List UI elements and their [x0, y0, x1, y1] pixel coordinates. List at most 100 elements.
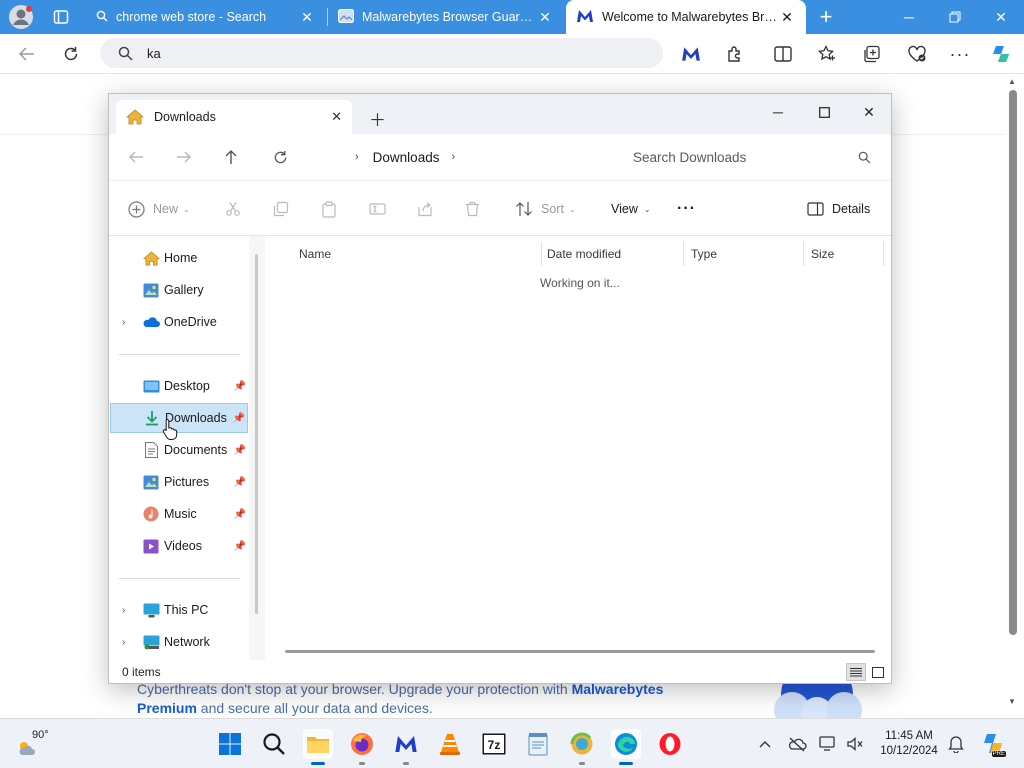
split-screen-button[interactable]	[768, 40, 798, 68]
malwarebytes-extension-button[interactable]	[676, 40, 706, 68]
forward-button[interactable]	[169, 144, 197, 170]
nav-item-this-pc[interactable]: › This PC	[110, 595, 248, 625]
horizontal-scrollbar[interactable]	[285, 650, 875, 653]
column-separator[interactable]	[683, 242, 684, 266]
tiles-view-button[interactable]	[868, 663, 888, 681]
refresh-button[interactable]	[266, 144, 294, 170]
refresh-button[interactable]	[56, 40, 86, 68]
extensions-button[interactable]	[720, 40, 750, 68]
taskbar-opera[interactable]	[655, 729, 685, 759]
column-header-date-modified[interactable]: Date modified	[541, 242, 683, 266]
taskbar-vlc[interactable]	[435, 729, 465, 759]
minimize-button[interactable]: ─	[886, 0, 932, 34]
rename-button[interactable]	[369, 197, 386, 221]
network-tray-icon[interactable]	[818, 733, 840, 755]
taskbar-malwarebytes[interactable]	[391, 729, 421, 765]
pin-icon[interactable]: 📌	[234, 509, 246, 520]
chevron-right-icon[interactable]: ›	[355, 151, 359, 163]
settings-more-button[interactable]: ···	[945, 40, 975, 68]
tab-actions-button[interactable]	[46, 3, 76, 31]
close-icon[interactable]: ✕	[331, 109, 342, 125]
close-button[interactable]: ✕	[978, 0, 1024, 34]
explorer-tab-downloads[interactable]: Downloads ✕	[116, 100, 352, 134]
sort-button[interactable]: Sort ⌄	[515, 197, 576, 221]
address-input[interactable]: ka	[147, 46, 161, 61]
pin-icon[interactable]: 📌	[234, 541, 246, 552]
file-list-pane[interactable]: Name Date modified Type Size Working on …	[265, 236, 891, 660]
explorer-minimize-button[interactable]: ─	[755, 98, 801, 126]
chevron-right-icon[interactable]: ›	[122, 637, 125, 648]
up-button[interactable]	[217, 144, 245, 170]
weather-widget[interactable]: 90°	[14, 728, 54, 762]
column-separator[interactable]	[883, 242, 884, 266]
collections-button[interactable]	[857, 40, 887, 68]
more-options-button[interactable]: ···	[677, 197, 696, 221]
show-hidden-icons-button[interactable]	[754, 733, 776, 755]
details-view-button[interactable]	[846, 663, 866, 681]
taskbar-search-button[interactable]	[259, 729, 289, 759]
page-scrollbar[interactable]: ▲ ▼	[1006, 75, 1020, 718]
view-button[interactable]: View ⌄	[611, 197, 651, 221]
nav-item-onedrive[interactable]: › OneDrive	[110, 307, 248, 337]
nav-item-desktop[interactable]: Desktop 📌	[110, 371, 248, 401]
details-pane-button[interactable]: Details	[807, 197, 870, 221]
search-input[interactable]: Search Downloads	[617, 141, 879, 173]
scroll-thumb[interactable]	[1009, 90, 1017, 635]
volume-tray-icon[interactable]	[844, 733, 866, 755]
explorer-new-tab-button[interactable]: ＋	[369, 106, 386, 131]
new-button[interactable]: New ⌄	[128, 197, 190, 221]
browser-tab-search[interactable]: chrome web store - Search ✕	[86, 0, 326, 34]
chevron-right-icon[interactable]: ›	[122, 317, 125, 328]
notifications-button[interactable]	[945, 733, 967, 755]
browser-essentials-button[interactable]	[902, 40, 932, 68]
chevron-right-icon[interactable]: ›	[451, 151, 455, 163]
close-icon[interactable]: ✕	[778, 9, 796, 26]
delete-button[interactable]	[465, 197, 480, 221]
browser-tab-guard[interactable]: Malwarebytes Browser Guard - C ✕	[328, 0, 564, 34]
column-header-name[interactable]: Name	[293, 242, 537, 266]
onedrive-tray-icon[interactable]	[786, 733, 808, 755]
restore-button[interactable]	[932, 0, 978, 34]
share-button[interactable]	[417, 197, 433, 221]
scroll-up-icon[interactable]: ▲	[1008, 77, 1016, 86]
breadcrumb[interactable]: › Downloads ›	[309, 141, 605, 173]
taskbar-file-explorer[interactable]	[303, 729, 333, 765]
nav-item-videos[interactable]: Videos 📌	[110, 531, 248, 561]
nav-item-home[interactable]: Home	[110, 243, 248, 273]
close-icon[interactable]: ✕	[536, 9, 554, 26]
taskbar-firefox[interactable]	[347, 729, 377, 765]
pin-icon[interactable]: 📌	[233, 413, 245, 424]
browser-tab-welcome[interactable]: Welcome to Malwarebytes Brows ✕	[566, 0, 806, 34]
pin-icon[interactable]: 📌	[234, 381, 246, 392]
promo-brand-link-2[interactable]: Premium	[137, 700, 197, 716]
breadcrumb-item-downloads[interactable]: Downloads	[373, 150, 440, 165]
nav-item-pictures[interactable]: Pictures 📌	[110, 467, 248, 497]
nav-item-gallery[interactable]: Gallery	[110, 275, 248, 305]
copilot-tray-button[interactable]: PRE	[980, 731, 1006, 757]
favorites-button[interactable]	[812, 40, 842, 68]
new-tab-button[interactable]: +	[803, 0, 849, 34]
system-clock[interactable]: 11:45 AM 10/12/2024	[876, 729, 942, 759]
close-icon[interactable]: ✕	[298, 9, 316, 26]
column-header-size[interactable]: Size	[805, 242, 883, 266]
back-button[interactable]	[122, 144, 150, 170]
pin-icon[interactable]: 📌	[234, 445, 246, 456]
nav-item-music[interactable]: Music 📌	[110, 499, 248, 529]
explorer-close-button[interactable]: ✕	[846, 98, 892, 126]
taskbar-notepad[interactable]	[523, 729, 553, 759]
scroll-down-icon[interactable]: ▼	[1008, 697, 1016, 706]
paste-button[interactable]	[321, 197, 337, 221]
pin-icon[interactable]: 📌	[234, 477, 246, 488]
copy-button[interactable]	[273, 197, 289, 221]
profile-avatar[interactable]	[6, 3, 36, 31]
nav-item-network[interactable]: › Network	[110, 627, 248, 657]
address-bar[interactable]: ka	[100, 38, 663, 68]
column-header-type[interactable]: Type	[685, 242, 801, 266]
cut-button[interactable]	[225, 197, 241, 221]
taskbar-edge[interactable]	[611, 729, 641, 765]
explorer-maximize-button[interactable]	[801, 98, 847, 126]
taskbar-7zip[interactable]: 7z	[479, 729, 509, 759]
chevron-right-icon[interactable]: ›	[122, 605, 125, 616]
column-separator[interactable]	[803, 242, 804, 266]
start-button[interactable]	[215, 729, 245, 759]
